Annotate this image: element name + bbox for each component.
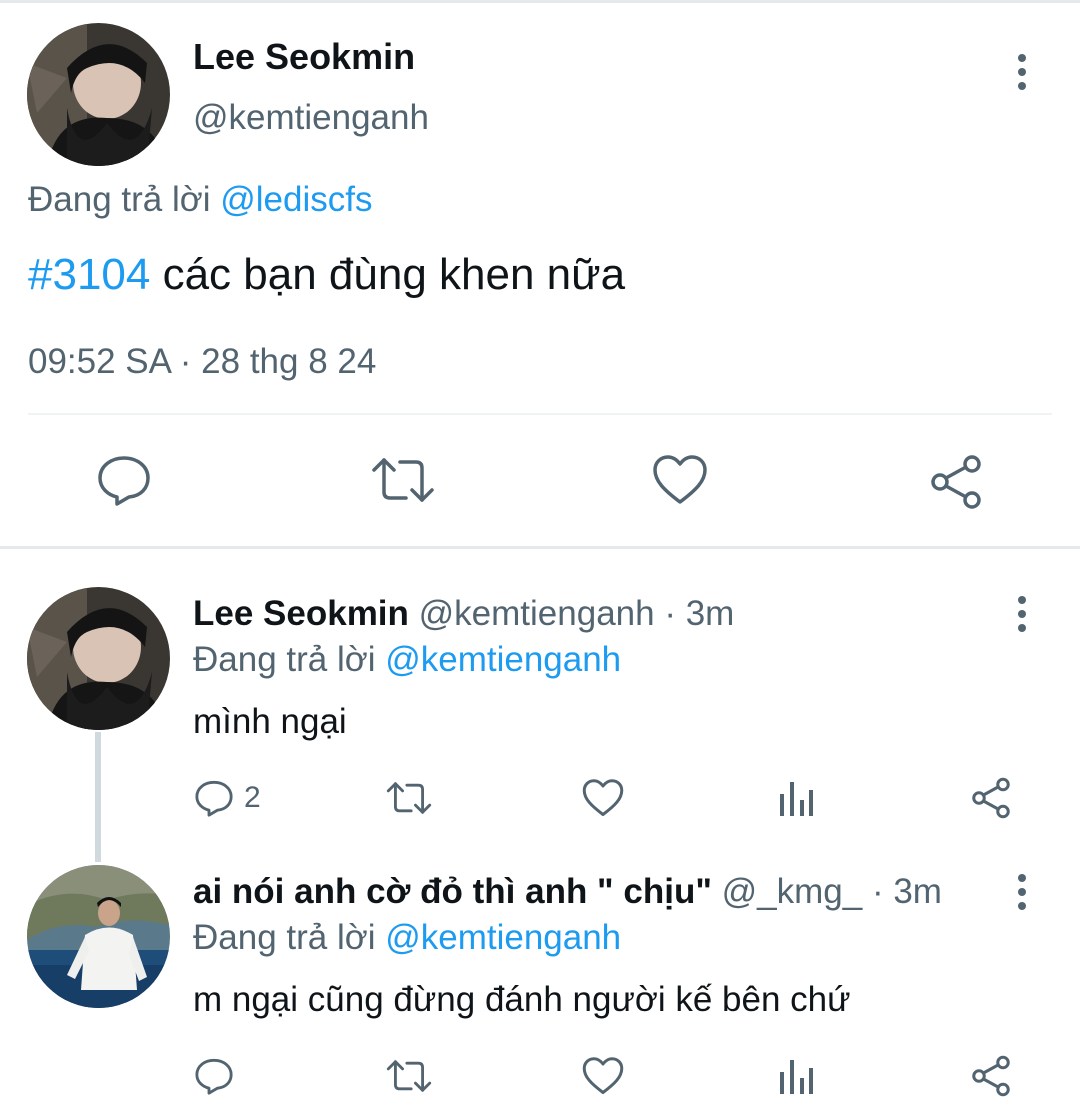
replying-to-link[interactable]: @kemtienganh [385,640,621,679]
reply-count: 2 [244,781,261,814]
reply-author-name[interactable]: Lee Seokmin [193,594,409,633]
main-avatar[interactable] [27,23,170,166]
tweet-text: #3104 các bạn đùng khen nữa [28,250,625,300]
reply-icon [195,780,233,817]
hashtag-link[interactable]: #3104 [28,250,150,299]
share-icon[interactable] [970,776,1012,820]
reply-avatar[interactable] [27,865,170,1008]
share-icon[interactable] [970,1054,1012,1098]
reply-header: Lee Seokmin @kemtienganh · 3m [193,594,734,634]
reply-author-name[interactable]: ai nói anh cờ đỏ thì anh " chịu" [193,872,712,911]
author-name[interactable]: Lee Seokmin [193,36,415,78]
reply-text: m ngại cũng đừng đánh người kế bên chứ [193,980,851,1019]
author-handle[interactable]: @kemtienganh [193,98,429,138]
replying-to-label: Đang trả lời [28,180,221,219]
retweet-icon[interactable] [386,1054,432,1098]
replying-to: Đang trả lời @kemtienganh [193,918,621,958]
like-icon[interactable] [652,454,708,510]
more-options-icon[interactable] [1012,52,1032,92]
analytics-icon[interactable] [778,1054,814,1098]
tweet-timestamp: 09:52 SA · 28 thg 8 24 [28,342,377,381]
reply-handle-time: @_kmg_ · 3m [711,872,942,911]
share-icon[interactable] [928,454,984,510]
thread-line [95,732,101,862]
section-separator [0,546,1080,549]
tweet-action-bar [0,452,1080,512]
replying-to: Đang trả lời @kemtienganh [193,640,621,680]
retweet-icon[interactable] [372,452,434,508]
top-divider [0,0,1080,3]
reply-avatar[interactable] [27,587,170,730]
replying-to-link[interactable]: @kemtienganh [385,918,621,957]
replying-to-link[interactable]: @lediscfs [220,180,372,219]
more-options-icon[interactable] [1012,872,1032,912]
more-options-icon[interactable] [1012,594,1032,634]
tweet-body: các bạn đùng khen nữa [150,250,626,299]
replying-to: Đang trả lời @lediscfs [28,180,372,220]
reply-icon[interactable] [194,1054,234,1098]
reply-text: mình ngại [193,702,347,741]
user-avatar-photo-icon [27,587,170,730]
replying-to-label: Đang trả lời [193,918,386,957]
analytics-icon[interactable] [778,776,814,820]
like-icon[interactable] [582,1054,624,1098]
user-avatar-photo-icon [27,865,170,1008]
user-avatar-photo-icon [27,23,170,166]
reply-header: ai nói anh cờ đỏ thì anh " chịu" @_kmg_ … [193,872,942,912]
reply-handle-time: @kemtienganh · 3m [408,594,735,633]
reply-icon[interactable] [96,452,152,508]
replying-to-label: Đang trả lời [193,640,386,679]
divider [28,413,1052,415]
reply-button[interactable]: 2 [194,776,261,820]
like-icon[interactable] [582,776,624,820]
retweet-icon[interactable] [386,776,432,820]
